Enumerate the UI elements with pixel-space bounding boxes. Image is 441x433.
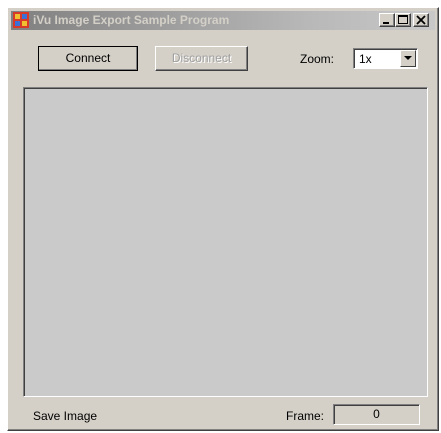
save-image-link[interactable]: Save Image <box>33 409 97 423</box>
minimize-button[interactable] <box>379 13 395 27</box>
zoom-dropdown-button[interactable] <box>400 50 416 67</box>
title-bar[interactable]: iVu Image Export Sample Program <box>11 11 435 30</box>
zoom-select[interactable]: 1x <box>353 48 418 69</box>
frame-label: Frame: <box>286 409 325 423</box>
disconnect-button[interactable]: Disconnect <box>155 46 248 71</box>
minimize-icon <box>383 22 389 24</box>
close-button[interactable] <box>413 13 429 27</box>
image-display-panel <box>23 87 428 397</box>
connect-button[interactable]: Connect <box>38 46 138 71</box>
maximize-button[interactable] <box>395 13 411 27</box>
close-icon <box>416 15 426 25</box>
app-window: iVu Image Export Sample Program Connect … <box>7 7 439 431</box>
zoom-label: Zoom: <box>300 52 335 66</box>
frame-counter: 0 <box>333 404 420 425</box>
maximize-icon <box>398 15 408 24</box>
app-icon <box>13 12 29 28</box>
window-title: iVu Image Export Sample Program <box>33 13 230 27</box>
chevron-down-icon <box>404 56 412 60</box>
zoom-value: 1x <box>359 52 372 66</box>
